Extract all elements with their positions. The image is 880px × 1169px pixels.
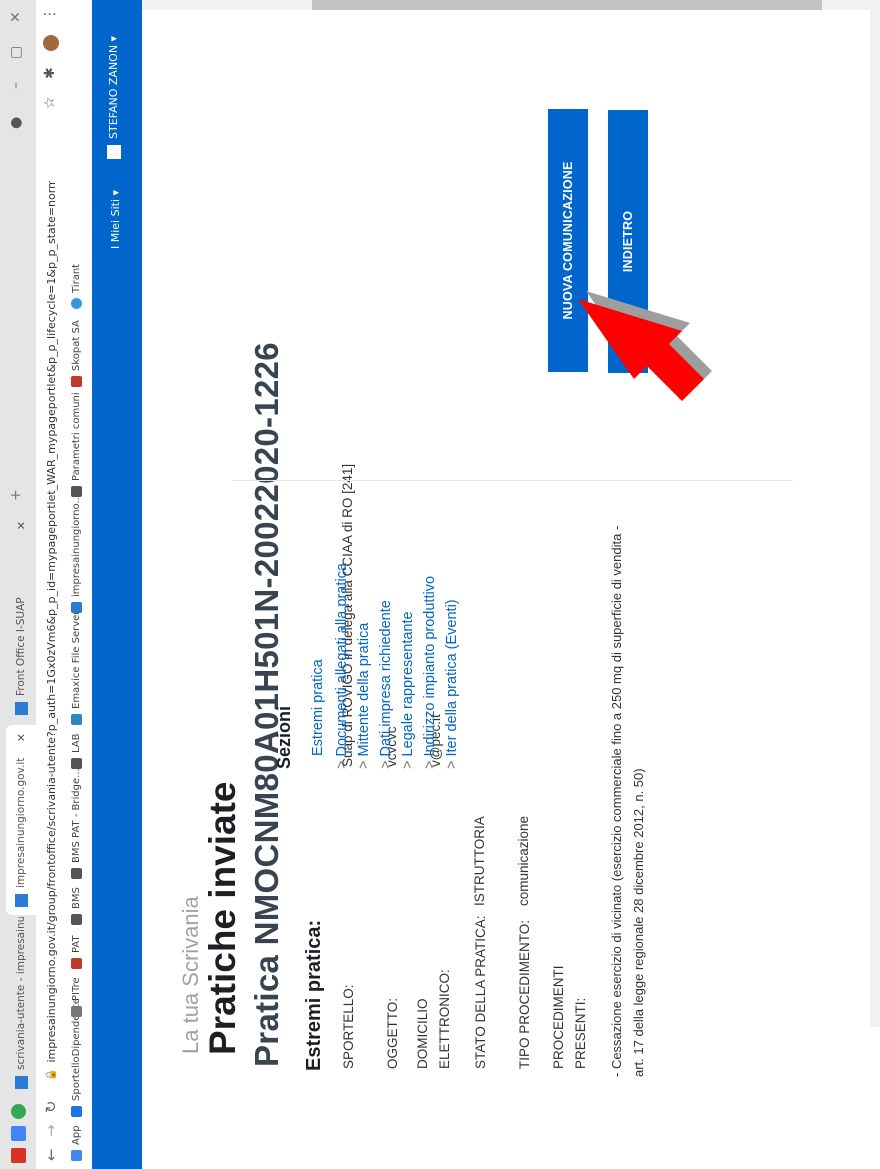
- red-arrow-annotation: [578, 291, 712, 401]
- rotated-screenshot: scrivania-utente - impresainungi ✕ impre…: [0, 0, 880, 1169]
